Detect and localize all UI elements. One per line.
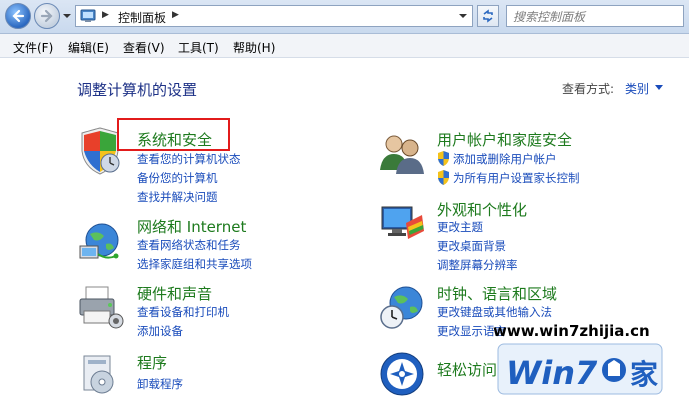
control-panel-icon bbox=[80, 9, 96, 22]
category-hardware-sound[interactable]: 硬件和声音 bbox=[137, 283, 212, 304]
link-change-keyboard-input[interactable]: 更改键盘或其他输入法 bbox=[437, 304, 552, 320]
link-change-desktop-background[interactable]: 更改桌面背景 bbox=[437, 238, 506, 254]
forward-button[interactable] bbox=[34, 3, 60, 29]
link-backup-computer[interactable]: 备份您的计算机 bbox=[137, 170, 218, 186]
refresh-icon bbox=[483, 9, 493, 23]
category-ease-of-access[interactable]: 轻松访问 bbox=[437, 359, 497, 380]
win7-logo-watermark: Win7 家 bbox=[497, 343, 663, 395]
link-uninstall-program[interactable]: 卸载程序 bbox=[137, 376, 183, 392]
link-view-network-status[interactable]: 查看网络状态和任务 bbox=[137, 237, 241, 253]
svg-text:Win7: Win7 bbox=[506, 354, 598, 392]
link-add-remove-accounts[interactable]: 添加或删除用户帐户 bbox=[453, 151, 557, 167]
link-parental-controls[interactable]: 为所有用户设置家长控制 bbox=[453, 170, 580, 186]
watermark-url: www.win7zhijia.cn bbox=[493, 322, 650, 340]
ease-of-access-icon[interactable] bbox=[378, 350, 426, 398]
category-network-internet[interactable]: 网络和 Internet bbox=[137, 216, 246, 237]
address-dropdown-icon[interactable] bbox=[458, 11, 468, 21]
back-button[interactable] bbox=[5, 3, 31, 29]
category-clock-language-region[interactable]: 时钟、语言和区域 bbox=[437, 283, 557, 304]
uac-shield-icon bbox=[438, 170, 449, 185]
link-add-device[interactable]: 添加设备 bbox=[137, 323, 183, 339]
menu-view[interactable]: 查看(V) bbox=[123, 39, 165, 56]
view-by-label: 查看方式: bbox=[562, 82, 615, 96]
link-view-computer-status[interactable]: 查看您的计算机状态 bbox=[137, 151, 241, 167]
link-troubleshoot[interactable]: 查找并解决问题 bbox=[137, 189, 218, 205]
breadcrumb-separator-icon[interactable]: ▶ bbox=[172, 10, 179, 20]
programs-box-icon[interactable] bbox=[76, 350, 124, 398]
breadcrumb-control-panel[interactable]: 控制面板 bbox=[118, 9, 166, 26]
svg-text:家: 家 bbox=[630, 358, 658, 391]
search-box[interactable] bbox=[506, 5, 684, 27]
category-user-accounts[interactable]: 用户帐户和家庭安全 bbox=[437, 129, 572, 150]
link-adjust-resolution[interactable]: 调整屏幕分辨率 bbox=[437, 257, 518, 273]
hardware-printer-icon[interactable] bbox=[76, 283, 124, 331]
menu-edit[interactable]: 编辑(E) bbox=[68, 39, 109, 56]
page-title: 调整计算机的设置 bbox=[77, 81, 198, 99]
link-homegroup-sharing[interactable]: 选择家庭组和共享选项 bbox=[137, 256, 252, 272]
menu-file[interactable]: 文件(F) bbox=[13, 39, 53, 56]
breadcrumb-separator-icon[interactable]: ▶ bbox=[102, 10, 109, 20]
category-programs[interactable]: 程序 bbox=[137, 352, 167, 373]
link-change-theme[interactable]: 更改主题 bbox=[437, 219, 483, 235]
menu-help[interactable]: 帮助(H) bbox=[233, 39, 275, 56]
view-by-dropdown-arrow-icon[interactable] bbox=[655, 85, 663, 90]
category-system-security[interactable]: 系统和安全 bbox=[137, 129, 212, 150]
search-input[interactable] bbox=[513, 8, 663, 25]
refresh-button[interactable] bbox=[477, 5, 499, 27]
address-bar: ▶ 控制面板 ▶ bbox=[0, 0, 689, 34]
appearance-display-icon[interactable] bbox=[378, 201, 426, 249]
link-view-devices-printers[interactable]: 查看设备和打印机 bbox=[137, 304, 229, 320]
view-by-dropdown[interactable]: 类别 bbox=[625, 80, 649, 97]
menu-tools[interactable]: 工具(T) bbox=[178, 39, 219, 56]
address-path-box[interactable]: ▶ 控制面板 ▶ bbox=[75, 5, 473, 27]
forward-arrow-icon bbox=[40, 9, 53, 23]
uac-shield-icon bbox=[438, 151, 449, 166]
clock-globe-icon[interactable] bbox=[378, 283, 426, 331]
network-globe-icon[interactable] bbox=[76, 218, 124, 266]
user-accounts-icon[interactable] bbox=[378, 130, 426, 178]
recent-pages-dropdown-icon[interactable] bbox=[62, 11, 72, 21]
control-panel-main: 调整计算机的设置 查看方式: 类别 系统和安全 查看您的计算机状态 备份您的计算… bbox=[0, 58, 689, 399]
category-appearance[interactable]: 外观和个性化 bbox=[437, 199, 527, 220]
menu-bar: 文件(F) 编辑(E) 查看(V) 工具(T) 帮助(H) bbox=[0, 34, 689, 58]
back-arrow-icon bbox=[12, 9, 25, 23]
